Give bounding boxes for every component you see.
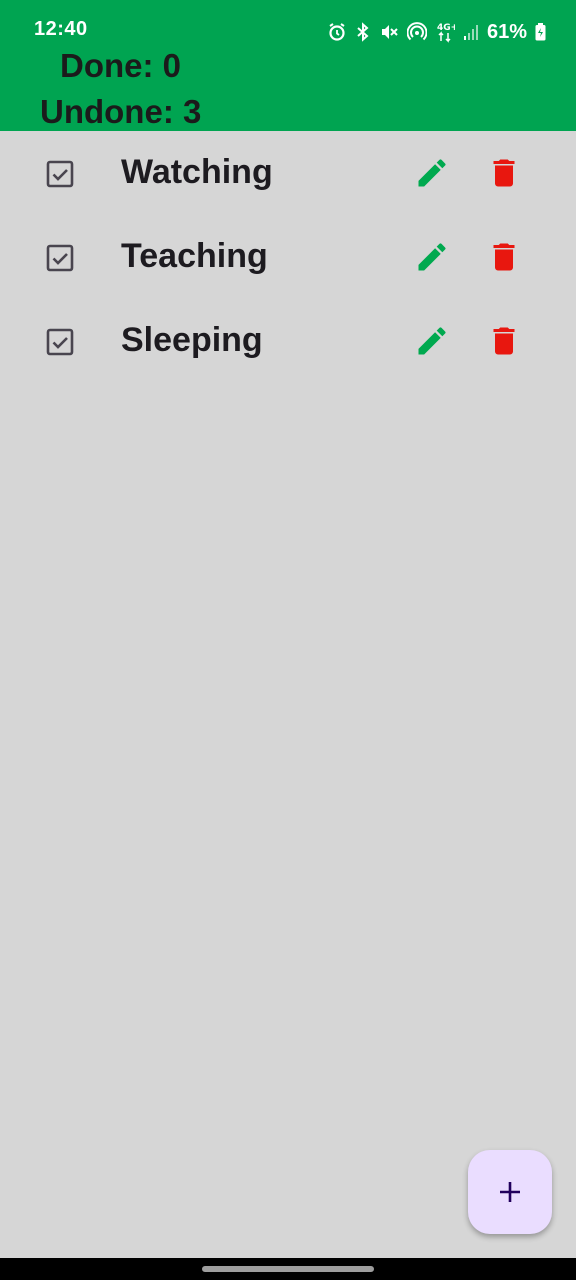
task-checkbox[interactable] <box>46 328 74 356</box>
edit-icon[interactable] <box>414 239 450 275</box>
task-label: Teaching <box>121 237 268 275</box>
done-count: Done: 0 <box>60 47 182 84</box>
navigation-bar <box>0 1258 576 1280</box>
add-task-button[interactable] <box>468 1150 552 1234</box>
delete-icon[interactable] <box>486 323 522 359</box>
undone-count: Undone: 3 <box>40 93 202 130</box>
task-row: Sleeping <box>0 299 576 383</box>
bluetooth-icon <box>357 22 369 42</box>
alarm-icon <box>329 23 345 41</box>
status-time: 12:40 <box>34 18 88 40</box>
edit-icon[interactable] <box>414 155 450 191</box>
delete-icon[interactable] <box>486 155 522 191</box>
task-label: Watching <box>121 153 273 191</box>
task-row: Watching <box>0 131 576 215</box>
edit-icon[interactable] <box>414 323 450 359</box>
task-checkbox[interactable] <box>46 160 74 188</box>
task-checkbox[interactable] <box>46 244 74 272</box>
home-gesture-handle[interactable] <box>202 1266 374 1272</box>
battery-percentage: 61% <box>486 20 527 43</box>
status-icons: 4G+ 61% <box>327 18 546 46</box>
svg-text:4G+: 4G+ <box>437 23 455 33</box>
signal-icon <box>463 25 478 40</box>
battery-icon <box>535 23 546 41</box>
4g-data-icon: 4G+ <box>437 23 455 43</box>
mute-icon <box>381 25 398 39</box>
plus-icon <box>500 1182 520 1202</box>
task-label: Sleeping <box>121 321 263 359</box>
app-header: 12:40 4G+ 61% Done: 0 Undone: 3 <box>0 0 576 131</box>
hotspot-icon <box>406 22 427 41</box>
delete-icon[interactable] <box>486 239 522 275</box>
task-row: Teaching <box>0 215 576 299</box>
